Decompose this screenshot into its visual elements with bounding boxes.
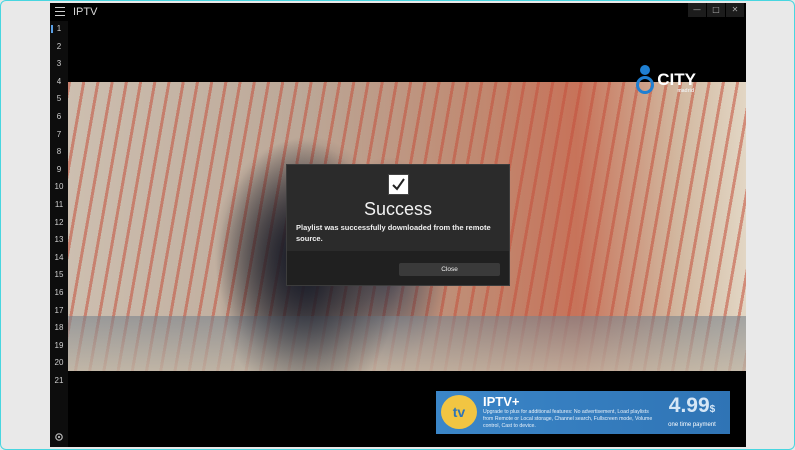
close-button[interactable]: Close: [399, 263, 500, 276]
channel-item[interactable]: 1: [50, 24, 68, 34]
channel-logo-text: CITY: [657, 70, 696, 89]
channel-item[interactable]: 19: [50, 341, 68, 351]
channel-sidebar: 1 2 3 4 5 6 7 8 9 10 11 12 13 14 15 16 17 18 19 20 21: [50, 21, 68, 447]
minimize-button[interactable]: —: [688, 3, 706, 17]
price-note: one time payment: [668, 422, 716, 428]
price-value: 4.99: [668, 394, 710, 417]
channel-logo-subtext: madrid: [677, 88, 694, 94]
success-dialog: Success Playlist was successfully downlo…: [286, 164, 510, 286]
channel-item[interactable]: 4: [50, 77, 68, 87]
window-controls: — □ ✕: [687, 3, 744, 17]
city-logo-icon: [634, 65, 656, 95]
channel-item[interactable]: 18: [50, 323, 68, 333]
channel-item[interactable]: 3: [50, 59, 68, 69]
channel-item[interactable]: 16: [50, 288, 68, 298]
close-window-button[interactable]: ✕: [726, 3, 744, 17]
channel-item[interactable]: 2: [50, 42, 68, 52]
channel-item[interactable]: 11: [50, 200, 68, 210]
price-currency: $: [709, 404, 716, 415]
channel-item[interactable]: 10: [50, 182, 68, 192]
checkmark-icon: [388, 174, 409, 195]
promo-description: Upgrade to plus for additional features:…: [483, 409, 653, 429]
hamburger-menu-icon[interactable]: [55, 7, 65, 16]
channel-item[interactable]: 14: [50, 253, 68, 263]
dialog-message: Playlist was successfully downloaded fro…: [296, 223, 491, 243]
channel-item[interactable]: 8: [50, 147, 68, 157]
channel-item[interactable]: 9: [50, 165, 68, 175]
channel-item[interactable]: 13: [50, 235, 68, 245]
app-title: IPTV: [73, 6, 98, 18]
promo-title: IPTV+: [483, 394, 520, 409]
channel-logo: CITY madrid: [634, 65, 696, 95]
gear-icon[interactable]: [54, 432, 64, 442]
dialog-footer: Close: [287, 251, 509, 285]
maximize-button[interactable]: □: [707, 3, 725, 17]
dialog-title: Success: [363, 199, 433, 219]
title-bar: IPTV — □ ✕: [50, 3, 746, 21]
channel-item[interactable]: 12: [50, 218, 68, 228]
channel-item[interactable]: 5: [50, 94, 68, 104]
channel-item[interactable]: 7: [50, 130, 68, 140]
iptv-plus-logo-icon: tv: [441, 395, 477, 429]
promo-price: 4.99$ one time payment: [662, 394, 722, 428]
channel-item[interactable]: 20: [50, 358, 68, 368]
channel-item[interactable]: 21: [50, 376, 68, 386]
channel-item[interactable]: 17: [50, 306, 68, 316]
channel-item[interactable]: 15: [50, 270, 68, 280]
channel-item[interactable]: 6: [50, 112, 68, 122]
promo-banner[interactable]: tv IPTV+ Upgrade to plus for additional …: [436, 391, 730, 434]
